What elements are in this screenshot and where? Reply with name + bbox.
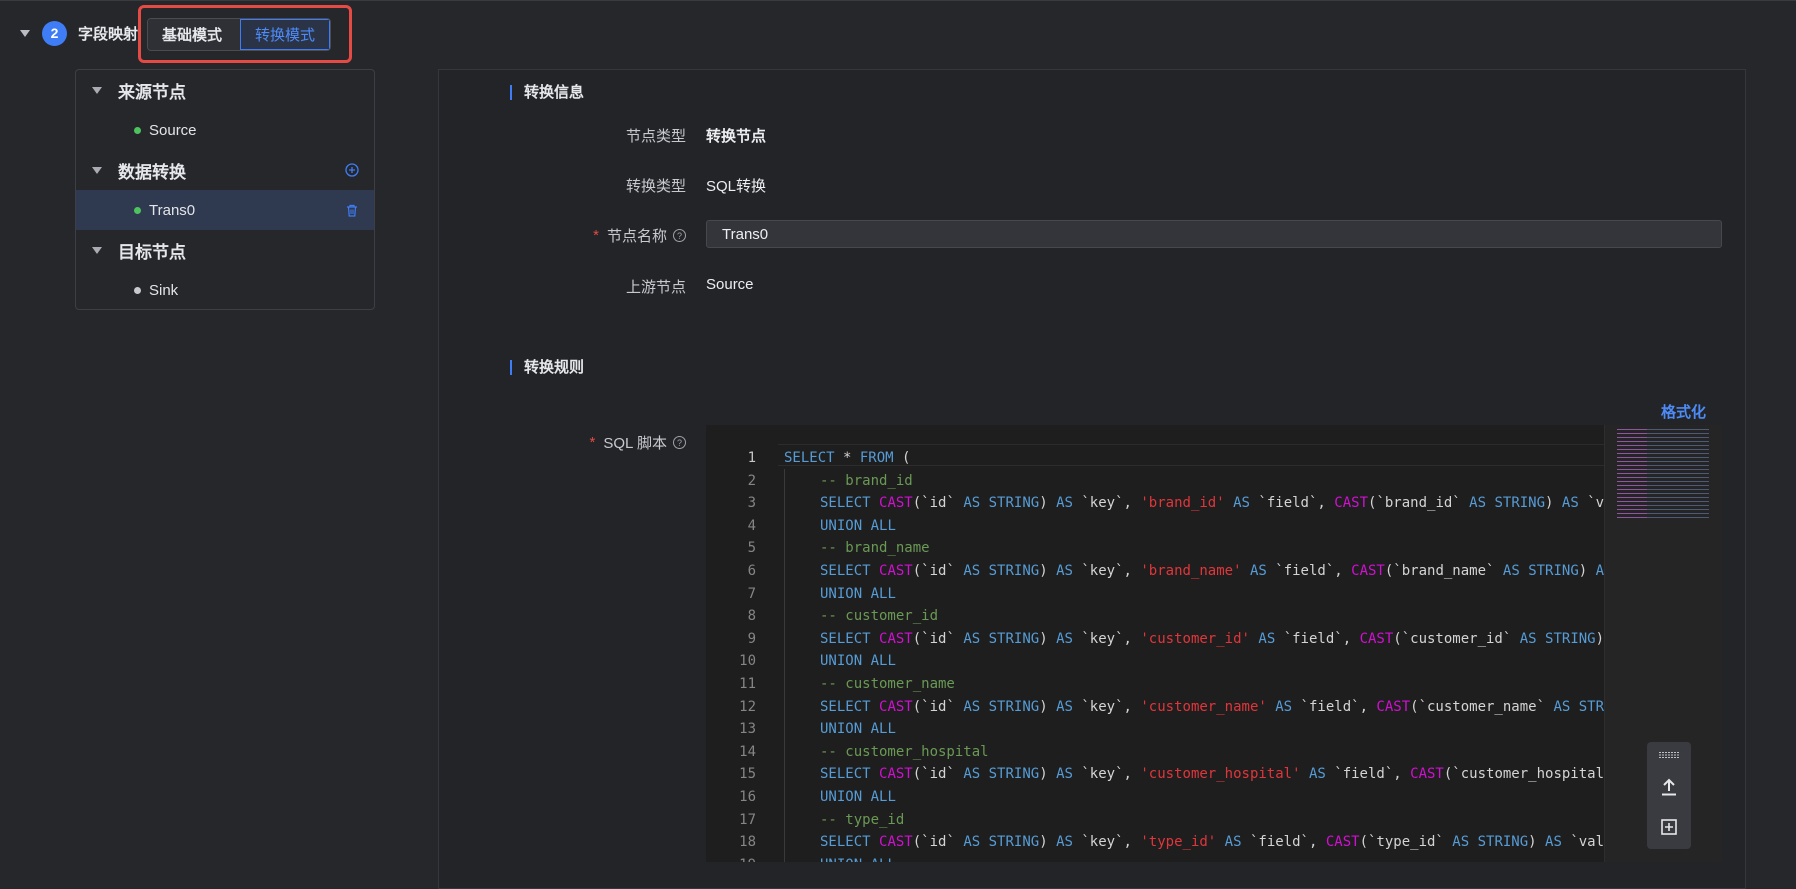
status-dot-icon [134, 206, 141, 214]
caret-down-icon[interactable] [92, 246, 102, 254]
tree-item-trans0[interactable]: Trans0 [76, 190, 374, 230]
code-line[interactable]: -- customer_id [784, 605, 1684, 628]
code-line[interactable]: SELECT CAST(`id` AS STRING) AS `key`, 'c… [784, 628, 1684, 651]
collapse-caret-icon[interactable] [20, 29, 30, 37]
line-number: 17 [739, 811, 756, 828]
upload-icon[interactable] [1647, 772, 1691, 802]
code-line[interactable]: -- brand_id [784, 470, 1684, 493]
node-name-label: * 节点名称 ? [486, 225, 686, 246]
line-number: 11 [739, 675, 756, 692]
transform-mode-button[interactable]: 转换模式 [240, 19, 331, 50]
tree-item-label: Sink [149, 281, 179, 299]
required-mark: * [589, 434, 596, 451]
drag-handle-icon[interactable] [1647, 748, 1691, 762]
code-line[interactable]: UNION ALL [784, 583, 1684, 606]
step-number-badge: 2 [42, 20, 67, 46]
line-number: 8 [747, 608, 756, 625]
line-number: 15 [739, 766, 756, 783]
node-tree: 来源节点 Source 数据转换 Trans0 目标节点 Sink [75, 69, 375, 310]
line-number: 1 [747, 450, 756, 466]
section-title-rules: 转换规则 [510, 360, 584, 375]
code-line[interactable]: -- brand_name [784, 537, 1684, 560]
code-line[interactable]: SELECT CAST(`id` AS STRING) AS `key`, 'b… [784, 492, 1684, 515]
line-number-gutter: 12345678910111213141516171819 [706, 447, 756, 862]
status-dot-icon [134, 126, 141, 134]
code-line[interactable]: UNION ALL [784, 515, 1684, 538]
caret-down-icon[interactable] [92, 166, 102, 174]
code-line[interactable]: UNION ALL [784, 854, 1684, 862]
tree-item-label: Source [149, 121, 197, 139]
code-line[interactable]: -- customer_name [784, 673, 1684, 696]
mode-switch: 基础模式 转换模式 [147, 18, 332, 51]
line-number: 10 [739, 653, 756, 670]
section-title-info: 转换信息 [510, 85, 584, 100]
line-number: 9 [747, 630, 756, 647]
tree-item-source[interactable]: Source [76, 110, 374, 150]
transform-type-label: 转换类型 [625, 178, 686, 195]
basic-mode-button[interactable]: 基础模式 [148, 19, 240, 50]
line-number: 16 [739, 788, 756, 805]
code-line[interactable]: UNION ALL [784, 786, 1684, 809]
node-type-value: 转换节点 [706, 128, 767, 145]
line-number: 2 [747, 472, 756, 489]
tree-item-sink[interactable]: Sink [76, 270, 374, 310]
code-line[interactable]: UNION ALL [784, 650, 1684, 673]
tree-group-label: 来源节点 [118, 82, 186, 102]
status-dot-icon [134, 286, 141, 294]
upstream-label: 上游节点 [625, 279, 686, 296]
top-divider [0, 0, 1796, 1]
upstream-value: Source [706, 276, 754, 293]
line-number: 7 [747, 585, 756, 602]
transform-type-value: SQL转换 [706, 178, 767, 195]
format-link[interactable]: 格式化 [1661, 401, 1706, 422]
fullscreen-icon[interactable] [1647, 812, 1691, 842]
tree-group-label: 数据转换 [118, 162, 186, 182]
caret-down-icon[interactable] [92, 86, 102, 94]
section-header: 2 字段映射 [20, 18, 138, 48]
code-line[interactable]: -- customer_hospital [784, 741, 1684, 764]
code-content[interactable]: SELECT * FROM (-- brand_id SELECT CAST(`i… [784, 447, 1684, 862]
line-number: 18 [739, 834, 756, 851]
line-number: 13 [739, 721, 756, 738]
node-type-label: 节点类型 [625, 128, 686, 145]
minimap-accent [1617, 429, 1647, 521]
step-title: 字段映射 [78, 25, 139, 43]
tree-item-label: Trans0 [149, 201, 196, 219]
code-line[interactable]: SELECT CAST(`id` AS STRING) AS `key`, 'c… [784, 696, 1684, 719]
line-number: 5 [747, 540, 756, 557]
code-line[interactable]: SELECT CAST(`id` AS STRING) AS `key`, 'c… [784, 763, 1684, 786]
help-icon[interactable]: ? [673, 436, 686, 449]
plus-circle-icon[interactable] [344, 162, 360, 178]
code-line[interactable]: UNION ALL [784, 718, 1684, 741]
line-number: 3 [747, 495, 756, 512]
required-mark: * [593, 227, 599, 244]
line-number: 4 [747, 517, 756, 534]
line-number: 6 [747, 562, 756, 579]
code-line[interactable]: -- type_id [784, 809, 1684, 832]
line-number: 19 [706, 854, 756, 862]
sql-script-label: * SQL 脚本 ? [486, 432, 686, 453]
tree-group-transform[interactable]: 数据转换 [76, 150, 374, 190]
tree-group-sink[interactable]: 目标节点 [76, 230, 374, 270]
code-line[interactable]: SELECT CAST(`id` AS STRING) AS `key`, 'b… [784, 560, 1684, 583]
code-line[interactable]: SELECT * FROM ( [784, 447, 1684, 470]
line-number: 14 [739, 743, 756, 760]
code-line[interactable]: SELECT CAST(`id` AS STRING) AS `key`, 't… [784, 831, 1684, 854]
line-number: 12 [739, 698, 756, 715]
help-icon[interactable]: ? [673, 229, 686, 242]
floating-toolbar [1647, 742, 1691, 849]
node-name-input[interactable]: Trans0 [706, 220, 1722, 248]
tree-group-label: 目标节点 [118, 242, 186, 262]
trash-icon[interactable] [344, 202, 360, 218]
sql-code-editor[interactable]: 12345678910111213141516171819 SELECT * F… [706, 425, 1722, 862]
tree-group-source[interactable]: 来源节点 [76, 70, 374, 110]
